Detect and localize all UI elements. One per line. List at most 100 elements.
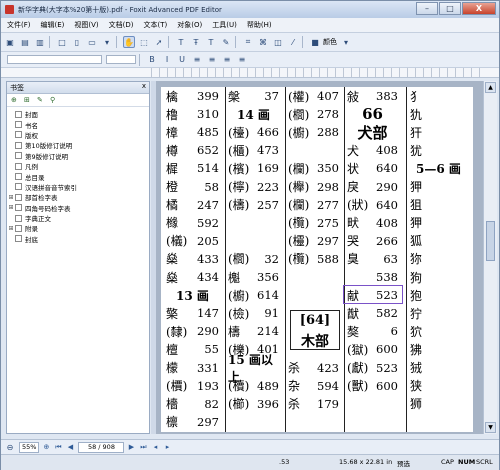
menu-view[interactable]: 视图(V) [74, 20, 98, 30]
back-icon[interactable]: ◂ [150, 443, 160, 452]
bookmark-item[interactable]: 第9版修订说明 [7, 151, 149, 161]
entry-character: (櫥) [228, 288, 250, 303]
export-icon[interactable]: ▭ [86, 36, 98, 48]
new-bookmark-icon[interactable]: ⊕ [11, 96, 20, 104]
menu-tools[interactable]: 工具(U) [212, 20, 237, 30]
text-tool-icon[interactable]: T [175, 36, 187, 48]
zoom-out-icon[interactable]: ⊖ [4, 441, 16, 453]
color-label[interactable]: 颜色 [323, 37, 337, 47]
scroll-up-icon[interactable]: ▲ [485, 82, 496, 93]
entry-character: 樽 [166, 143, 179, 158]
font-size-select[interactable] [106, 55, 136, 64]
arrow-pointer-icon[interactable]: ➚ [153, 36, 165, 48]
bookmark-item[interactable]: 封面 [7, 109, 149, 119]
bookmark-page-icon [15, 141, 22, 149]
open-folder-icon[interactable]: ▣ [4, 36, 16, 48]
pen-icon[interactable]: ✎ [220, 36, 232, 48]
next-page-icon[interactable]: ▶ [126, 443, 136, 452]
index-entry [287, 268, 341, 286]
entry-character: 燊 [166, 270, 179, 285]
font-family-select[interactable] [7, 55, 102, 64]
menu-edit[interactable]: 编辑(E) [41, 20, 65, 30]
menu-text[interactable]: 文本(T) [144, 20, 168, 30]
entry-character: 狍 [410, 288, 423, 303]
menu-document[interactable]: 文档(D) [109, 20, 134, 30]
entry-character: (狀) [347, 198, 369, 213]
first-page-icon[interactable]: ⏮ [53, 443, 63, 452]
bookmark-page-icon [15, 235, 22, 243]
vertical-scrollbar[interactable]: ▲ ▼ [483, 81, 497, 434]
maximize-button[interactable]: □ [439, 2, 461, 15]
index-entry: (獸) 600 [346, 377, 400, 395]
print-icon[interactable]: ▥ [34, 36, 46, 48]
italic-icon[interactable]: I [161, 54, 173, 66]
bookmark-page-icon [15, 224, 22, 232]
eyedropper-icon[interactable]: ⁄ [287, 36, 299, 48]
menu-help[interactable]: 帮助(H) [247, 20, 272, 30]
expand-plus-icon[interactable]: ⊞ [7, 204, 15, 211]
bookmark-item[interactable]: 字典正文 [7, 213, 149, 223]
bold-icon[interactable]: B [146, 54, 158, 66]
bookmark-item[interactable]: 书名 [7, 119, 149, 130]
bookmark-properties-icon[interactable]: ✎ [37, 96, 46, 104]
selection-highlight[interactable] [343, 285, 403, 305]
align-left-icon[interactable]: ≡ [191, 54, 203, 66]
scroll-thumb[interactable] [486, 221, 495, 261]
panel-close-icon[interactable]: x [142, 82, 146, 90]
bookmark-item[interactable]: ⊞ 附录 [7, 223, 149, 233]
expand-plus-icon[interactable]: ⊞ [7, 225, 15, 232]
crop-icon[interactable]: ⌗ [242, 36, 254, 48]
previous-page-icon[interactable]: ◀ [65, 443, 75, 452]
link-icon[interactable]: ⌘ [257, 36, 269, 48]
color-swatch-icon[interactable]: ■ [309, 36, 321, 48]
index-entry: 狙 [409, 196, 469, 214]
typewriter-icon[interactable]: T [205, 36, 217, 48]
dictionary-column: 槃 37 14 画 (檯) 466 (櫃) 473 (檳) 169 (檸) 223 (檮) 257 (櫚)… [227, 87, 281, 432]
bookmark-item[interactable]: 汉语拼音音节索引 [7, 182, 149, 192]
index-entry: (檟) 193 [165, 377, 221, 395]
bookmark-item[interactable]: 版权 [7, 130, 149, 140]
align-center-icon[interactable]: ≡ [206, 54, 218, 66]
entry-page-number: 514 [197, 161, 219, 176]
dropdown-arrow-icon[interactable]: ▾ [101, 36, 113, 48]
minimize-button[interactable]: – [416, 2, 438, 15]
bookmark-item[interactable]: 封底 [7, 234, 149, 244]
last-page-icon[interactable]: ⏭ [138, 443, 148, 452]
entry-character: 狞 [410, 306, 423, 321]
expand-plus-icon[interactable]: ⊞ [7, 194, 15, 201]
bookmark-item[interactable]: ⊞ 四角号码检字表 [7, 203, 149, 213]
hand-tool-icon[interactable]: ✋ [123, 36, 135, 48]
expand-bookmark-icon[interactable]: ⊞ [24, 96, 33, 104]
status-bar: .53 15.68 x 22.81 in 预选 CAP NUM SCRL [1, 454, 499, 470]
bookmark-item[interactable]: ⊞ 部首检字表 [7, 192, 149, 202]
zoom-in-icon[interactable]: ⊕ [41, 443, 51, 452]
text-edit-icon[interactable]: Ŧ [190, 36, 202, 48]
index-entry: 櫆 356 [227, 268, 281, 286]
menu-object[interactable]: 对象(O) [177, 20, 202, 30]
underline-icon[interactable]: U [176, 54, 188, 66]
entry-character: (欖) [288, 252, 310, 267]
forward-icon[interactable]: ▸ [162, 443, 172, 452]
new-document-icon[interactable]: □ [56, 36, 68, 48]
page-number-input[interactable]: 58 / 908 [78, 441, 125, 453]
bookmark-item[interactable]: 凡例 [7, 161, 149, 171]
justify-icon[interactable]: ≡ [236, 54, 248, 66]
menu-file[interactable]: 文件(F) [7, 20, 31, 30]
zoom-select[interactable]: 55% [19, 441, 40, 453]
shape-icon[interactable]: ◫ [272, 36, 284, 48]
color-dropdown-icon[interactable]: ▾ [340, 36, 352, 48]
bookmark-item[interactable]: 总目录 [7, 171, 149, 182]
bookmark-label: 书名 [25, 121, 38, 130]
align-right-icon[interactable]: ≡ [221, 54, 233, 66]
entry-character: 橹 [166, 107, 179, 122]
entry-character: 66 [362, 105, 383, 124]
search-bookmark-icon[interactable]: ⚲ [50, 96, 59, 104]
page-icon[interactable]: ▯ [71, 36, 83, 48]
scroll-down-icon[interactable]: ▼ [485, 422, 496, 433]
select-object-icon[interactable]: ⬚ [138, 36, 150, 48]
close-button[interactable]: X [462, 2, 496, 15]
save-icon[interactable]: ▤ [19, 36, 31, 48]
entry-page-number: 614 [257, 288, 279, 303]
entry-page-number: 63 [383, 251, 398, 266]
bookmark-item[interactable]: 第10版修订说明 [7, 140, 149, 150]
